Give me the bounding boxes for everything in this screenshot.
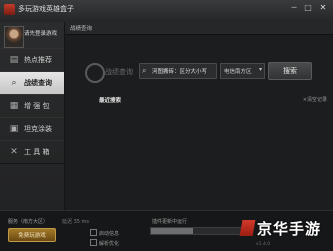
sidebar-item-tools[interactable]: ✕ 工 具 箱 (0, 140, 64, 164)
search-icon: ⌕ (142, 66, 147, 75)
search-icon: ⌕ (11, 78, 17, 88)
close-button[interactable]: ✕ (318, 3, 328, 13)
clear-record-link[interactable]: ×清空记录 (303, 96, 327, 103)
recent-search-label: 最近搜索 (99, 98, 122, 104)
option-optimize[interactable]: 解析优化 (90, 239, 119, 247)
status-latency: 延迟 35 ms (62, 219, 90, 225)
free-game-button-label: 免费玩游戏 (18, 233, 46, 239)
watermark-text: 京华手游 (257, 221, 322, 238)
user-card: 请先登录游戏 (2, 24, 62, 48)
app-title: 多玩游戏英雄盒子 (18, 5, 74, 13)
app-window: 多玩游戏英雄盒子 ─ □ ✕ 请先登录游戏 ▤ 热点推荐 ⌕ 战绩查询 ▦ 增 … (0, 0, 333, 251)
checkbox-icon[interactable] (90, 239, 97, 246)
update-status: 插件更新中运行 (152, 219, 188, 225)
main-panel: 战绩查询 战绩查询 ⌕ 河图搬砖：区分大小写 电信南方区 ▾ 搜索 最近搜索 ×… (65, 22, 333, 210)
sidebar-item-label: 增 强 包 (24, 102, 50, 110)
news-icon: ▤ (9, 55, 19, 65)
tools-icon: ✕ (10, 147, 18, 157)
watermark: 京华手游 (239, 216, 331, 248)
minimize-button[interactable]: ─ (289, 3, 299, 13)
sidebar-item-label: 热点推荐 (24, 56, 52, 64)
search-button[interactable]: 搜索 (268, 62, 312, 80)
update-progress-bar (150, 227, 246, 235)
search-area: 战绩查询 ⌕ 河图搬砖：区分大小写 电信南方区 ▾ 搜索 (83, 60, 323, 86)
avatar[interactable] (4, 26, 24, 48)
sidebar-item-label: 坦克涂装 (24, 125, 52, 133)
chevron-down-icon: ▾ (258, 66, 262, 73)
sidebar-item-skin[interactable]: ▣ 坦克涂装 (0, 117, 64, 141)
sidebar: 请先登录游戏 ▤ 热点推荐 ⌕ 战绩查询 ▦ 增 强 包 ▣ 坦克涂装 ✕ 工 … (0, 22, 65, 210)
server-select[interactable]: 电信南方区 ▾ (220, 63, 265, 79)
search-button-label: 搜索 (283, 67, 297, 75)
status-server: 服务（南方大区） (8, 219, 49, 225)
title-bar: 多玩游戏英雄盒子 ─ □ ✕ (0, 0, 333, 23)
login-link[interactable]: 请先登录游戏 (24, 29, 57, 37)
app-logo-icon (4, 4, 15, 15)
sidebar-item-hot[interactable]: ▤ 热点推荐 (0, 48, 64, 72)
free-game-button[interactable]: 免费玩游戏 (8, 228, 56, 242)
search-input-value: 河图搬砖：区分大小写 (152, 69, 208, 75)
recent-search-row: 最近搜索 ×清空记录 (99, 96, 327, 106)
search-input[interactable]: ⌕ 河图搬砖：区分大小写 (139, 63, 217, 79)
server-select-value: 电信南方区 (224, 69, 252, 75)
checkbox-icon[interactable] (90, 229, 97, 236)
option-label: 解析优化 (99, 241, 120, 247)
progress-fill (151, 228, 194, 234)
sidebar-item-enhance[interactable]: ▦ 增 强 包 (0, 94, 64, 118)
search-emblem-label: 战绩查询 (105, 68, 133, 76)
grid-icon: ▦ (9, 101, 19, 111)
option-label: 启动信息 (99, 231, 120, 237)
sidebar-item-label: 战绩查询 (24, 79, 52, 87)
tank-icon: ▣ (9, 124, 19, 134)
main-header: 战绩查询 (65, 22, 333, 35)
page-title: 战绩查询 (70, 26, 93, 32)
maximize-button[interactable]: □ (303, 3, 313, 13)
sidebar-item-label: 工 具 箱 (24, 148, 50, 156)
search-emblem-icon (85, 63, 105, 83)
watermark-logo-icon (239, 220, 256, 236)
option-start-info[interactable]: 启动信息 (90, 229, 119, 237)
sidebar-item-record[interactable]: ⌕ 战绩查询 (0, 71, 64, 95)
